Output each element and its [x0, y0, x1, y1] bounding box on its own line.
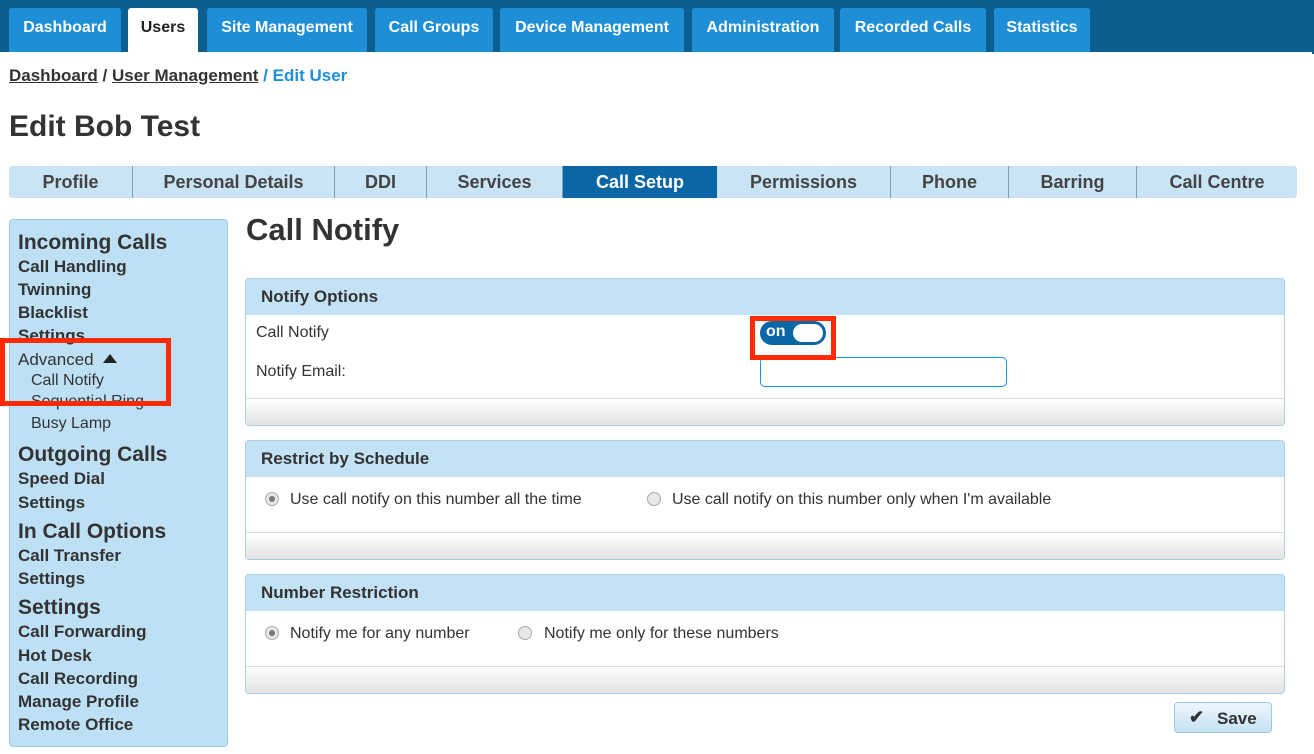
- sidebar-heading-in-call-options: In Call Options: [18, 520, 167, 543]
- triangle-up-icon: [103, 354, 118, 363]
- sidebar-heading-settings: Settings: [18, 596, 101, 619]
- call-notify-toggle[interactable]: on: [760, 321, 826, 345]
- nav-tab-dashboard[interactable]: Dashboard: [9, 8, 121, 52]
- breadcrumb-separator: /: [102, 66, 108, 85]
- sidebar-item-speed-dial[interactable]: Speed Dial: [18, 469, 105, 489]
- user-subtabs: Profile Personal Details DDI Services Ca…: [9, 166, 1297, 198]
- radio-label-any-number: Notify me for any number: [290, 625, 470, 642]
- sidebar-item-blacklist[interactable]: Blacklist: [18, 303, 88, 323]
- nav-tab-recorded-calls[interactable]: Recorded Calls: [840, 8, 986, 52]
- nav-tab-device-management[interactable]: Device Management: [500, 8, 684, 52]
- panel-footer: [246, 398, 1284, 425]
- page-title: Edit Bob Test: [9, 110, 201, 143]
- sidebar-heading-outgoing-calls: Outgoing Calls: [18, 443, 168, 466]
- radio-all-the-time[interactable]: [265, 492, 279, 506]
- subtab-call-setup[interactable]: Call Setup: [563, 166, 717, 198]
- panel-header-notify-options: Notify Options: [246, 279, 1284, 315]
- radio-label-when-available: Use call notify on this number only when…: [672, 491, 1052, 508]
- radio-label-all-the-time: Use call notify on this number all the t…: [290, 491, 582, 508]
- sidebar-advanced-label: Advanced: [18, 350, 94, 369]
- subtab-personal-details[interactable]: Personal Details: [133, 166, 335, 198]
- notify-email-input[interactable]: [760, 357, 1007, 387]
- sidebar-item-settings-incoming[interactable]: Settings: [18, 326, 85, 346]
- sidebar-item-advanced[interactable]: Advanced: [18, 350, 118, 370]
- toggle-knob: [793, 324, 823, 342]
- panel-header-restrict-by-schedule: Restrict by Schedule: [246, 441, 1284, 477]
- save-button[interactable]: ✔ Save: [1174, 702, 1272, 733]
- nav-tab-site-management[interactable]: Site Management: [207, 8, 367, 52]
- nav-tab-users[interactable]: Users: [128, 8, 198, 54]
- panel-footer: [246, 666, 1284, 693]
- nav-tab-administration[interactable]: Administration: [692, 8, 834, 52]
- toggle-on-label: on: [766, 323, 786, 340]
- subtab-profile[interactable]: Profile: [9, 166, 133, 198]
- sidebar-item-call-recording[interactable]: Call Recording: [18, 669, 138, 689]
- subtab-barring[interactable]: Barring: [1009, 166, 1137, 198]
- breadcrumb-edit-user: Edit User: [272, 66, 348, 85]
- breadcrumb: Dashboard / User Management / Edit User: [9, 66, 347, 86]
- panel-footer: [246, 532, 1284, 559]
- subtab-ddi[interactable]: DDI: [335, 166, 427, 198]
- sidebar-item-busy-lamp[interactable]: Busy Lamp: [31, 415, 111, 433]
- check-icon: ✔: [1189, 707, 1205, 727]
- sidebar-item-twinning[interactable]: Twinning: [18, 280, 91, 300]
- sidebar-item-call-notify[interactable]: Call Notify: [31, 372, 104, 390]
- sidebar-item-settings-outgoing[interactable]: Settings: [18, 493, 85, 513]
- breadcrumb-user-management[interactable]: User Management: [112, 66, 258, 85]
- sidebar-item-remote-office[interactable]: Remote Office: [18, 715, 133, 735]
- sidebar-item-settings-in-call[interactable]: Settings: [18, 569, 85, 589]
- sidebar-item-call-forwarding[interactable]: Call Forwarding: [18, 622, 146, 642]
- section-title: Call Notify: [246, 212, 400, 247]
- breadcrumb-dashboard[interactable]: Dashboard: [9, 66, 98, 85]
- radio-label-these-numbers: Notify me only for these numbers: [544, 625, 779, 642]
- panel-number-restriction: Number Restriction Notify me for any num…: [245, 574, 1285, 694]
- save-button-label: Save: [1217, 709, 1257, 728]
- panel-restrict-by-schedule: Restrict by Schedule Use call notify on …: [245, 440, 1285, 560]
- radio-these-numbers[interactable]: [518, 626, 532, 640]
- radio-when-available[interactable]: [647, 492, 661, 506]
- sidebar-item-call-transfer[interactable]: Call Transfer: [18, 546, 121, 566]
- notify-email-label: Notify Email:: [256, 363, 346, 380]
- panel-header-number-restriction: Number Restriction: [246, 575, 1284, 611]
- radio-any-number[interactable]: [265, 626, 279, 640]
- subtab-call-centre[interactable]: Call Centre: [1137, 166, 1297, 198]
- call-notify-label: Call Notify: [256, 324, 329, 341]
- call-setup-sidebar: Incoming Calls Call Handling Twinning Bl…: [9, 219, 228, 747]
- nav-tab-call-groups[interactable]: Call Groups: [375, 8, 493, 52]
- sidebar-item-manage-profile[interactable]: Manage Profile: [18, 692, 139, 712]
- subtab-services[interactable]: Services: [427, 166, 563, 198]
- breadcrumb-separator: /: [263, 66, 268, 85]
- sidebar-item-hot-desk[interactable]: Hot Desk: [18, 646, 92, 666]
- subtab-permissions[interactable]: Permissions: [717, 166, 891, 198]
- panel-notify-options: Notify Options Call Notify on Notify Ema…: [245, 278, 1285, 426]
- nav-tab-statistics[interactable]: Statistics: [994, 8, 1090, 52]
- sidebar-item-sequential-ring[interactable]: Sequential Ring: [31, 393, 144, 411]
- subtab-phone[interactable]: Phone: [891, 166, 1009, 198]
- sidebar-item-call-handling[interactable]: Call Handling: [18, 257, 127, 277]
- sidebar-heading-incoming-calls: Incoming Calls: [18, 231, 168, 254]
